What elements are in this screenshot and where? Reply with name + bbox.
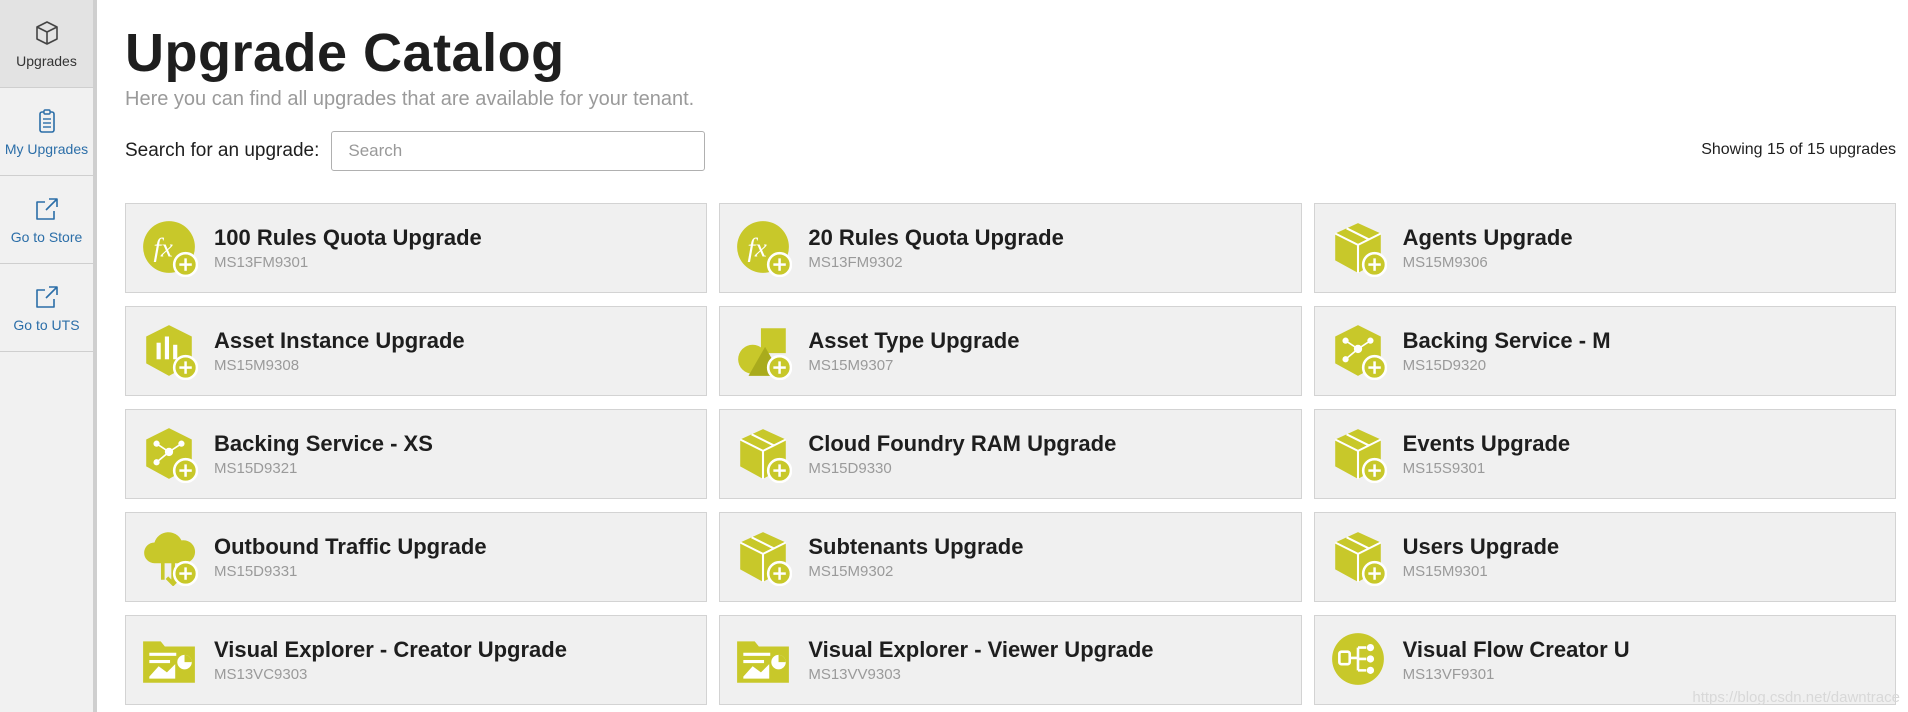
box-add-icon (1334, 532, 1387, 586)
card-text: Visual Flow Creator U MS13VF9301 (1403, 637, 1630, 683)
sidebar-item-go-to-store[interactable]: Go to Store (0, 176, 93, 264)
card-title: Backing Service - XS (214, 431, 433, 456)
card-code: MS15D9320 (1402, 357, 1487, 374)
search-row: Search for an upgrade: Showing 15 of 15 … (125, 131, 1896, 171)
card-code: MS15D9331 (214, 563, 298, 580)
svg-text:fx: fx (153, 232, 172, 262)
box-icon (35, 20, 58, 45)
card-code: MS15D9330 (808, 460, 892, 477)
card-code: MS15M9301 (1402, 563, 1488, 580)
card-text: Subtenants Upgrade MS15M9302 (808, 534, 1023, 580)
card-text: Asset Type Upgrade MS15M9307 (808, 328, 1019, 374)
card-code: MS15M9306 (1402, 254, 1488, 271)
asset-type-icon (738, 328, 793, 380)
upgrade-card[interactable]: Asset Type Upgrade MS15M9307 (719, 306, 1302, 396)
asset-instance-icon (146, 325, 198, 380)
network-hex-icon (1334, 325, 1387, 380)
sidebar-item-go-to-uts[interactable]: Go to UTS (0, 264, 93, 352)
box-add-icon (1334, 223, 1387, 277)
card-code: MS13VC9303 (214, 666, 308, 683)
upgrade-card[interactable]: Cloud Foundry RAM Upgrade MS15D9330 (719, 409, 1302, 499)
clipboard-icon (38, 108, 55, 133)
function-icon: fx (737, 221, 793, 277)
card-title: Visual Explorer - Viewer Upgrade (808, 637, 1154, 662)
sidebar-item-my-upgrades[interactable]: My Upgrades (0, 88, 93, 176)
upgrade-card[interactable]: fx 20 Rules Quota Upgrade MS13FM9302 (719, 203, 1302, 293)
function-icon: fx (143, 221, 198, 277)
card-text: Cloud Foundry RAM Upgrade MS15D9330 (808, 431, 1116, 477)
svg-text:fx: fx (748, 232, 767, 262)
card-title: Visual Explorer - Creator Upgrade (214, 637, 567, 662)
card-code: MS13VF9301 (1402, 666, 1495, 683)
results-count: Showing 15 of 15 upgrades (1701, 141, 1896, 158)
upgrade-card[interactable]: Users Upgrade MS15M9301 (1313, 512, 1896, 602)
sidebar-item-label: My Upgrades (4, 140, 89, 157)
upgrade-card[interactable]: Visual Explorer - Viewer Upgrade MS13VV9… (719, 615, 1302, 705)
network-hex-icon (146, 428, 198, 483)
upgrade-card[interactable]: Subtenants Upgrade MS15M9302 (719, 512, 1302, 602)
card-title: Cloud Foundry RAM Upgrade (808, 431, 1117, 456)
card-title: Agents Upgrade (1402, 225, 1573, 250)
box-add-icon (740, 532, 793, 586)
sidebar-item-upgrades[interactable]: Upgrades (0, 0, 93, 88)
folder-chart-icon (737, 641, 790, 683)
card-title: Asset Instance Upgrade (214, 328, 465, 353)
search-input[interactable] (331, 131, 706, 171)
card-title: Events Upgrade (1402, 431, 1571, 456)
card-code: MS13FM9301 (214, 254, 309, 271)
card-code: MS13VV9303 (808, 666, 901, 683)
card-code: MS15D9321 (214, 460, 298, 477)
upgrade-grid: fx 100 Rules Quota Upgrade MS13FM9301 fx… (125, 203, 1896, 705)
box-add-icon (740, 429, 793, 483)
card-title: Asset Type Upgrade (808, 328, 1020, 353)
card-code: MS15S9301 (1402, 460, 1486, 477)
sidebar: Upgrades My Upgrades Go to Store Go to U… (0, 0, 97, 712)
card-code: MS15M9307 (808, 357, 894, 374)
card-text: Visual Explorer - Viewer Upgrade MS13VV9… (808, 637, 1153, 683)
card-code: MS15M9302 (808, 563, 894, 580)
card-title: Visual Flow Creator U (1402, 637, 1630, 662)
card-text: Outbound Traffic Upgrade MS15D9331 (214, 534, 487, 580)
upgrade-card[interactable]: Outbound Traffic Upgrade MS15D9331 (125, 512, 708, 602)
card-code: MS13FM9302 (808, 254, 903, 271)
cloud-traffic-icon (144, 532, 198, 586)
card-title: 100 Rules Quota Upgrade (214, 225, 482, 250)
sidebar-item-label: Go to UTS (13, 316, 80, 333)
card-title: Subtenants Upgrade (808, 534, 1024, 559)
upgrade-card[interactable]: Backing Service - M MS15D9320 (1313, 306, 1896, 396)
watermark: https://blog.csdn.net/dawntrace (1692, 689, 1900, 706)
card-text: Backing Service - M MS15D9320 (1403, 328, 1611, 374)
page-subtitle: Here you can find all upgrades that are … (125, 88, 695, 110)
upgrade-card[interactable]: fx 100 Rules Quota Upgrade MS13FM9301 (125, 203, 708, 293)
flow-icon (1331, 633, 1384, 685)
card-title: Backing Service - M (1402, 328, 1611, 353)
card-text: Backing Service - XS MS15D9321 (214, 431, 433, 477)
card-text: Visual Explorer - Creator Upgrade MS13VC… (214, 637, 567, 683)
external-link-icon (35, 197, 58, 220)
card-text: Events Upgrade MS15S9301 (1403, 431, 1571, 477)
card-text: Asset Instance Upgrade MS15M9308 (214, 328, 465, 374)
card-title: Users Upgrade (1402, 534, 1560, 559)
card-title: 20 Rules Quota Upgrade (808, 225, 1064, 250)
upgrade-card[interactable]: Visual Explorer - Creator Upgrade MS13VC… (125, 615, 708, 705)
upgrade-card[interactable]: Agents Upgrade MS15M9306 (1313, 203, 1896, 293)
card-text: 20 Rules Quota Upgrade MS13FM9302 (808, 225, 1064, 271)
page-title: Upgrade Catalog (125, 23, 565, 83)
folder-chart-icon (143, 641, 195, 683)
search-label: Search for an upgrade: (125, 140, 320, 161)
sidebar-item-label: Go to Store (10, 228, 83, 245)
card-code: MS15M9308 (214, 357, 300, 374)
upgrade-card[interactable]: Asset Instance Upgrade MS15M9308 (125, 306, 708, 396)
box-add-icon (1334, 429, 1387, 483)
card-text: Agents Upgrade MS15M9306 (1403, 225, 1573, 271)
external-link-icon (35, 285, 58, 308)
main-content: Upgrade Catalog Here you can find all up… (125, 0, 1896, 705)
card-title: Outbound Traffic Upgrade (214, 534, 487, 559)
card-text: 100 Rules Quota Upgrade MS13FM9301 (214, 225, 482, 271)
upgrade-card[interactable]: Backing Service - XS MS15D9321 (125, 409, 708, 499)
card-text: Users Upgrade MS15M9301 (1403, 534, 1560, 580)
sidebar-item-label: Upgrades (16, 52, 77, 69)
upgrade-card[interactable]: Events Upgrade MS15S9301 (1313, 409, 1896, 499)
